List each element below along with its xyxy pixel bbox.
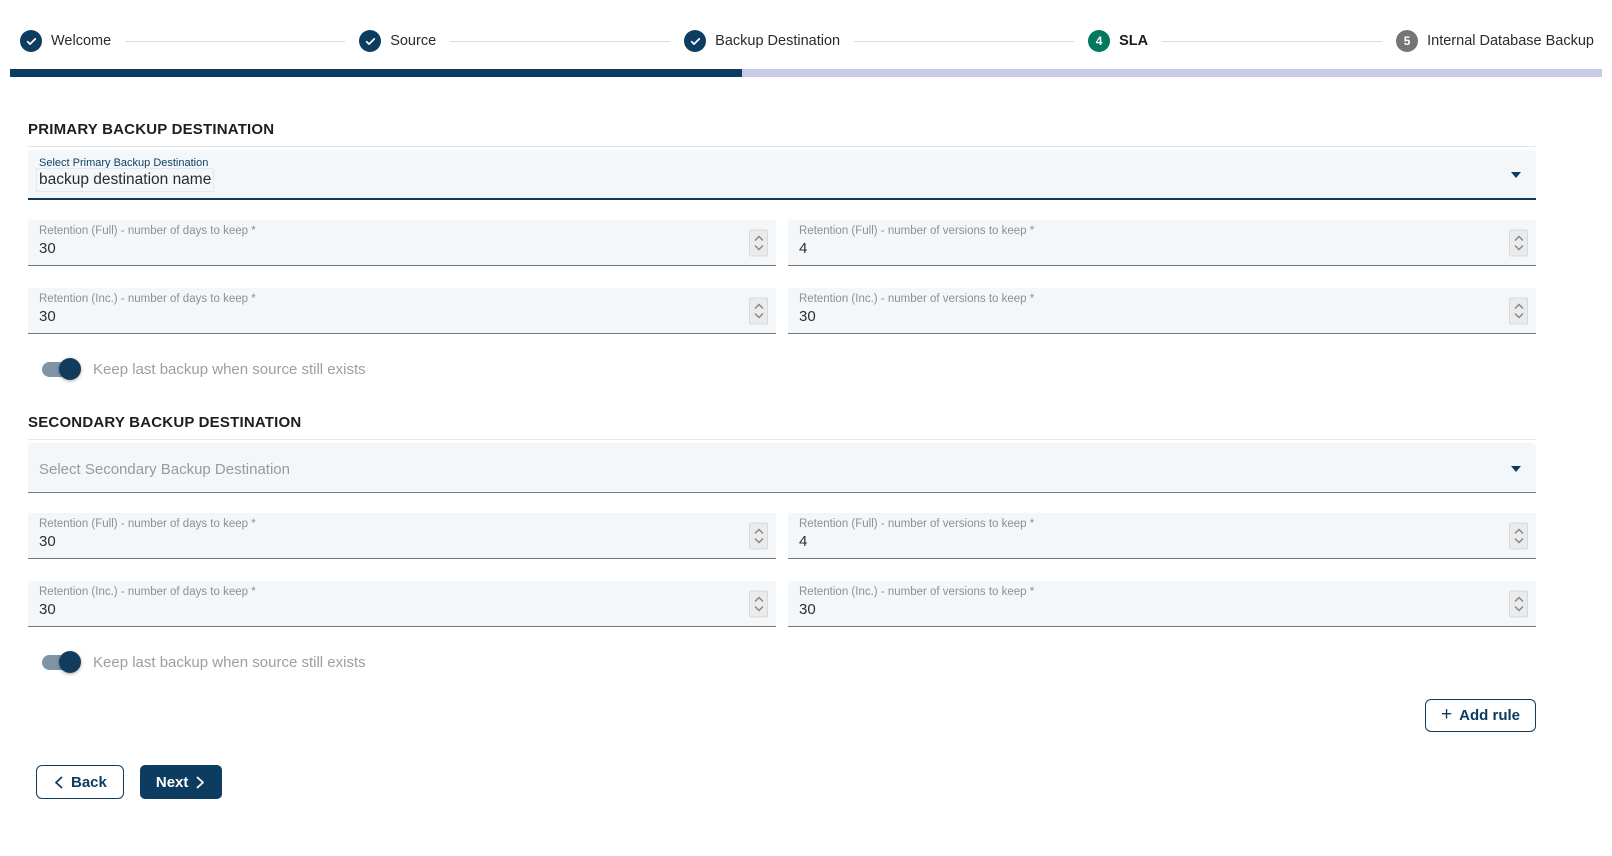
next-button[interactable]: Next: [140, 765, 223, 799]
step-internal-database-backup[interactable]: 5 Internal Database Backup: [1396, 30, 1594, 52]
chevron-left-icon: [53, 776, 64, 789]
step-label: Welcome: [51, 33, 111, 49]
step-label: SLA: [1119, 33, 1148, 49]
step-connector: [450, 41, 670, 42]
toggle-label: Keep last backup when source still exist…: [93, 361, 366, 378]
field-label: Retention (Inc.) - number of versions to…: [799, 293, 1496, 305]
field-value: 30: [39, 240, 736, 257]
secondary-destination-select[interactable]: Select Secondary Backup Destination: [28, 443, 1536, 493]
primary-retention-inc-days-field[interactable]: Retention (Inc.) - number of days to kee…: [28, 288, 776, 334]
primary-retention-grid: Retention (Full) - number of days to kee…: [28, 220, 1536, 334]
secondary-retention-grid: Retention (Full) - number of days to kee…: [28, 513, 1536, 627]
keep-last-backup-toggle[interactable]: [42, 362, 78, 377]
step-label: Source: [390, 33, 436, 49]
step-label: Backup Destination: [715, 33, 840, 49]
check-icon: [684, 30, 706, 52]
number-stepper[interactable]: [1509, 590, 1528, 617]
field-label: Retention (Full) - number of versions to…: [799, 518, 1496, 530]
secondary-retention-full-versions-field[interactable]: Retention (Full) - number of versions to…: [788, 513, 1536, 559]
secondary-retention-full-days-field[interactable]: Retention (Full) - number of days to kee…: [28, 513, 776, 559]
secondary-destination-select-placeholder: Select Secondary Backup Destination: [39, 461, 1492, 478]
number-stepper[interactable]: [749, 590, 768, 617]
toggle-thumb: [59, 651, 81, 673]
number-stepper[interactable]: [1509, 229, 1528, 256]
step-connector: [854, 41, 1074, 42]
primary-destination-select-label: Select Primary Backup Destination: [39, 157, 1492, 169]
field-label: Retention (Full) - number of days to kee…: [39, 518, 736, 530]
primary-destination-select-value: backup destination name: [39, 171, 211, 189]
number-stepper[interactable]: [1509, 297, 1528, 324]
wizard-stepper: Welcome Source Backup Destination 4 SLA …: [0, 0, 1612, 52]
dropdown-arrow-icon: [1511, 172, 1521, 178]
step-number-badge: 4: [1088, 30, 1110, 52]
secondary-keep-last-backup-row: Keep last backup when source still exist…: [42, 651, 1536, 673]
step-label: Internal Database Backup: [1427, 33, 1594, 49]
field-value: 4: [799, 240, 1496, 257]
step-backup-destination[interactable]: Backup Destination: [684, 30, 840, 52]
step-connector: [125, 41, 345, 42]
primary-retention-full-days-field[interactable]: Retention (Full) - number of days to kee…: [28, 220, 776, 266]
dropdown-arrow-icon: [1511, 466, 1521, 472]
number-stepper[interactable]: [1509, 522, 1528, 549]
secondary-retention-inc-days-field[interactable]: Retention (Inc.) - number of days to kee…: [28, 581, 776, 627]
primary-retention-full-versions-field[interactable]: Retention (Full) - number of versions to…: [788, 220, 1536, 266]
field-label: Retention (Inc.) - number of days to kee…: [39, 293, 736, 305]
field-value: 30: [39, 601, 736, 618]
primary-backup-destination-section: PRIMARY BACKUP DESTINATION Select Primar…: [28, 121, 1536, 380]
field-label: Retention (Full) - number of days to kee…: [39, 225, 736, 237]
field-value: 30: [39, 533, 736, 550]
toggle-label: Keep last backup when source still exist…: [93, 654, 366, 671]
step-connector: [1162, 41, 1382, 42]
primary-section-title: PRIMARY BACKUP DESTINATION: [28, 121, 1536, 138]
back-button[interactable]: Back: [36, 765, 124, 799]
check-icon: [20, 30, 42, 52]
primary-keep-last-backup-row: Keep last backup when source still exist…: [42, 358, 1536, 380]
section-divider: [28, 439, 1536, 440]
number-stepper[interactable]: [749, 297, 768, 324]
step-number: 5: [1404, 34, 1411, 48]
field-label: Retention (Full) - number of versions to…: [799, 225, 1496, 237]
section-divider: [28, 146, 1536, 147]
number-stepper[interactable]: [749, 229, 768, 256]
field-value: 30: [39, 308, 736, 325]
step-sla-active[interactable]: 4 SLA: [1088, 30, 1148, 52]
back-label: Back: [71, 774, 107, 791]
field-value: 30: [799, 601, 1496, 618]
number-stepper[interactable]: [749, 522, 768, 549]
sla-step-content: PRIMARY BACKUP DESTINATION Select Primar…: [28, 121, 1536, 799]
field-label: Retention (Inc.) - number of versions to…: [799, 586, 1496, 598]
next-label: Next: [156, 774, 189, 791]
keep-last-backup-toggle[interactable]: [42, 655, 78, 670]
plus-icon: +: [1441, 705, 1452, 724]
field-label: Retention (Inc.) - number of days to kee…: [39, 586, 736, 598]
secondary-retention-inc-versions-field[interactable]: Retention (Inc.) - number of versions to…: [788, 581, 1536, 627]
add-rule-label: Add rule: [1459, 707, 1520, 724]
step-source[interactable]: Source: [359, 30, 436, 52]
secondary-backup-destination-section: SECONDARY BACKUP DESTINATION Select Seco…: [28, 414, 1536, 673]
wizard-progress-fill: [10, 69, 742, 77]
add-rule-button[interactable]: + Add rule: [1425, 699, 1536, 732]
toggle-thumb: [59, 358, 81, 380]
primary-destination-select[interactable]: Select Primary Backup Destination backup…: [28, 150, 1536, 200]
step-number-badge: 5: [1396, 30, 1418, 52]
field-value: 4: [799, 533, 1496, 550]
secondary-section-title: SECONDARY BACKUP DESTINATION: [28, 414, 1536, 431]
step-welcome[interactable]: Welcome: [20, 30, 111, 52]
step-number: 4: [1096, 34, 1103, 48]
field-value: 30: [799, 308, 1496, 325]
primary-retention-inc-versions-field[interactable]: Retention (Inc.) - number of versions to…: [788, 288, 1536, 334]
chevron-right-icon: [195, 776, 206, 789]
check-icon: [359, 30, 381, 52]
wizard-progress-bar: [10, 69, 1602, 77]
